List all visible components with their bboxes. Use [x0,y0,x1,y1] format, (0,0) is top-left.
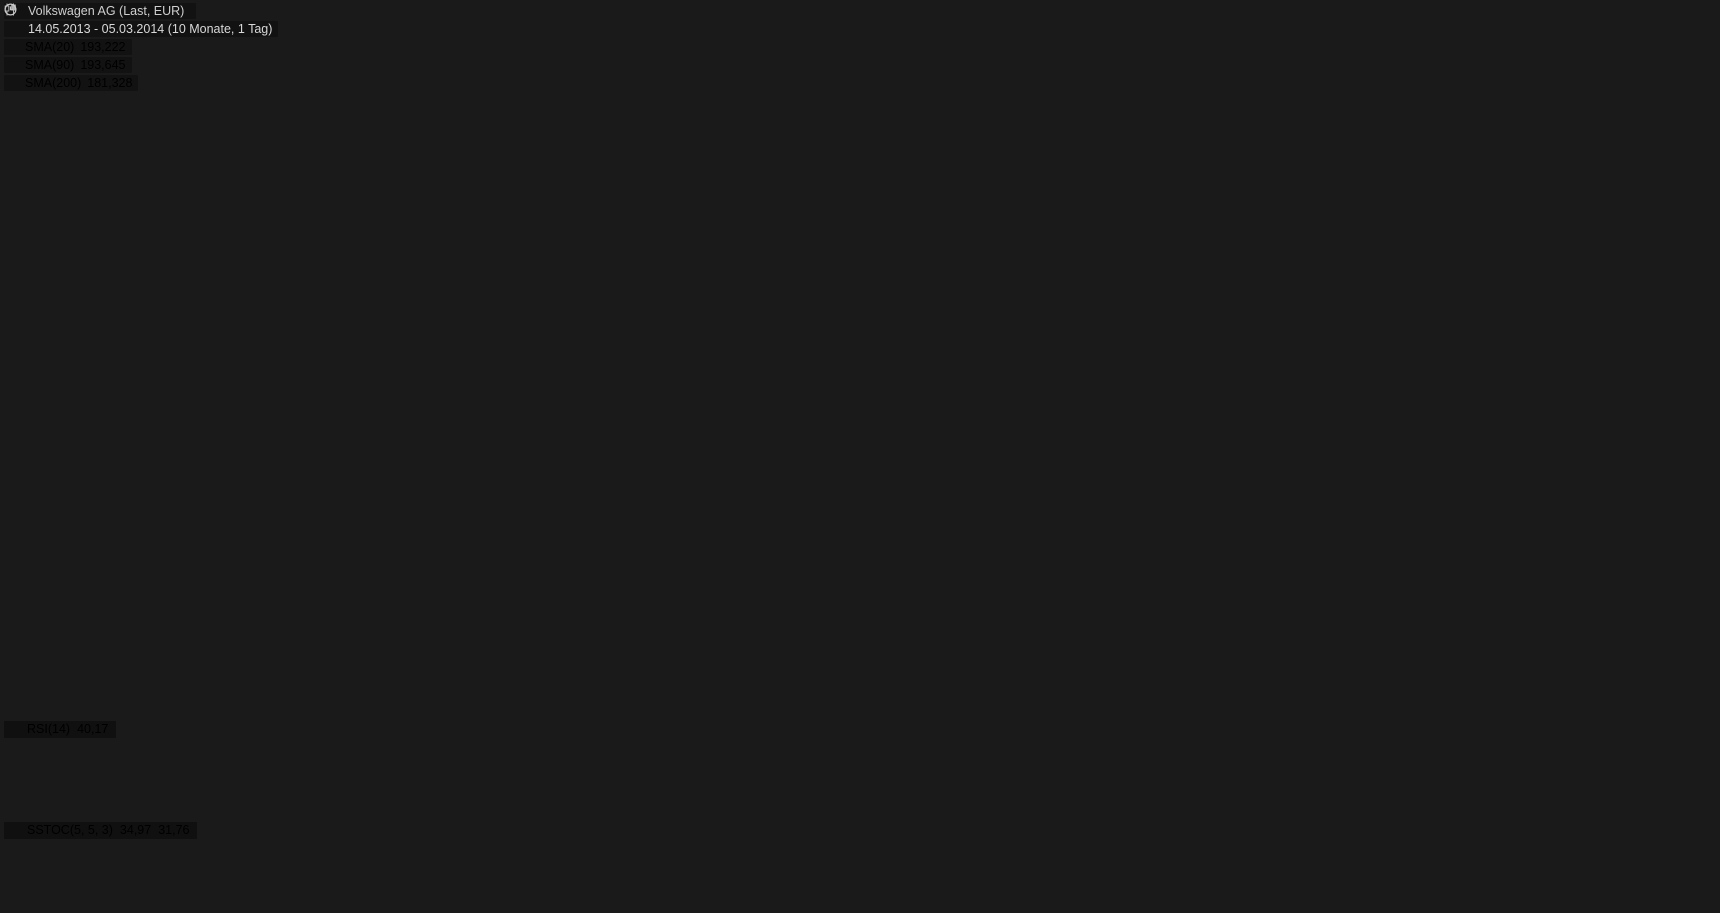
sma200-label: SMA(200) [25,76,82,90]
sma90-value: 193,645 [80,58,126,72]
rsi-value: 40,17 [77,722,109,736]
sma90-label: SMA(90) [25,58,75,72]
sstoc-legend[interactable]: SSTOC(5, 5, 3) 34,97 31,76 [4,822,198,839]
date-row: 14.05.2013 - 05.03.2014 (10 Monate, 1 Ta… [4,3,279,37]
sma90-legend[interactable]: SMA(90) 193,645 [4,57,132,73]
sma200-swatch-icon [8,82,19,85]
symbol-title: Volkswagen AG (Last, EUR) [28,4,185,18]
sstoc-k-value: 34,97 [119,823,152,837]
sstoc-d-value: 31,76 [158,823,190,837]
sma200-legend[interactable]: SMA(200) 181,328 [4,75,139,91]
sma200-value: 181,328 [87,76,133,90]
chart-header: Volkswagen AG (Last, EUR) 14.05.2013 - 0… [4,3,279,93]
sstoc-label: SSTOC(5, 5, 3) [27,823,113,837]
date-range: 14.05.2013 - 05.03.2014 (10 Monate, 1 Ta… [28,22,273,36]
rsi-label: RSI(14) [27,722,71,736]
sma20-swatch-icon [8,46,19,49]
chart-canvas[interactable] [0,0,1720,913]
sma20-value: 193,222 [80,40,126,54]
sma20-label: SMA(20) [25,40,75,54]
sma20-legend[interactable]: SMA(20) 193,222 [4,39,132,55]
title-row: Volkswagen AG (Last, EUR) [4,3,197,19]
chart-app[interactable]: { "header": { "title": "Volkswagen AG (L… [0,0,1720,913]
rsi-legend[interactable]: RSI(14) 40,17 [4,721,117,738]
sstoc-swatch-icon [9,829,20,832]
sma90-swatch-icon [8,64,19,67]
rsi-swatch-icon [9,728,20,731]
